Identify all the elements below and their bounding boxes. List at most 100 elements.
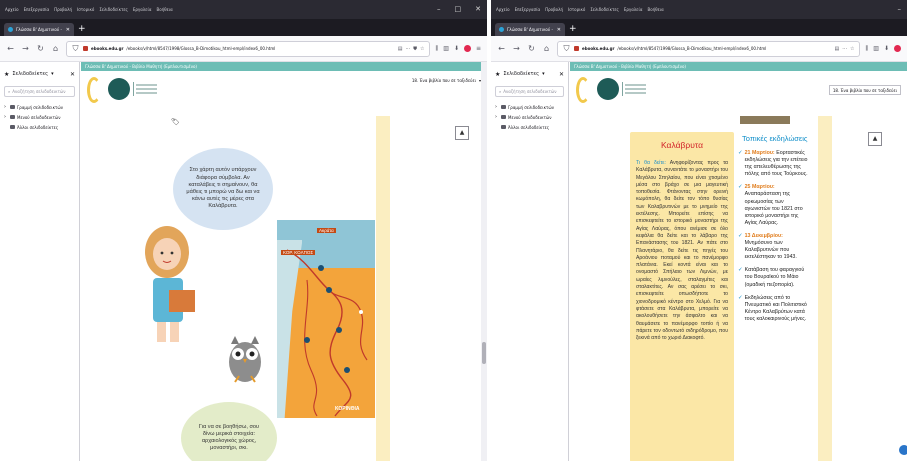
page-actions-icon[interactable]: ··· (405, 46, 410, 52)
menu-bookmarks[interactable]: Σελιδοδείκτες (590, 7, 619, 12)
event-item: ✓ Εκδηλώσεις από το Πνευματικό και Πολιτ… (738, 295, 810, 323)
bookmarks-sidebar: ★ Σελιδοδείκτες ▾ ✕ ⌕ Αναζήτηση σελιδοδε… (491, 62, 569, 461)
new-tab-button[interactable]: + (569, 23, 577, 36)
page-scrollbar[interactable] (481, 62, 487, 461)
library-icon[interactable]: ⫼ (866, 45, 869, 53)
bookmark-folder-menu[interactable]: › Μενού σελιδοδεικτών (4, 112, 75, 122)
sidebar-close-icon[interactable]: ✕ (70, 71, 75, 78)
menu-tools[interactable]: Εργαλεία (624, 7, 643, 12)
menu-tools[interactable]: Εργαλεία (133, 7, 152, 12)
sidebar-header[interactable]: ★ Σελιδοδείκτες ▾ ✕ (491, 62, 568, 86)
folder-icon (501, 125, 506, 129)
menu-help[interactable]: Βοήθεια (156, 7, 172, 12)
shield-icon[interactable]: ⛉ (71, 44, 80, 54)
addon-icon[interactable] (894, 45, 901, 52)
tab-active[interactable]: Γλώσσα Β' Δημοτικού - 18. Έ ✕ (4, 23, 74, 36)
site-info-icon[interactable] (574, 46, 579, 51)
menu-history[interactable]: Ιστορικό (568, 7, 585, 12)
bookmark-folder-menu[interactable]: › Μενού σελιδοδεικτών (495, 112, 564, 122)
home-icon[interactable]: ⌂ (542, 44, 551, 53)
menu-view[interactable]: Προβολή (545, 7, 563, 12)
site-info-icon[interactable] (83, 46, 88, 51)
minimize-button[interactable]: – (898, 5, 902, 13)
tab-close-icon[interactable]: ✕ (557, 27, 561, 33)
publisher-logo-text (133, 82, 157, 96)
bookmark-search-input[interactable]: ⌕ Αναζήτηση σελιδοδεικτών (495, 86, 564, 97)
close-window-button[interactable]: ✕ (475, 5, 481, 13)
tab-strip: Γλώσσα Β' Δημοτικού - 18. Έ ✕ + (491, 19, 907, 36)
map-label-town: Ακράτα (317, 228, 336, 233)
bookmark-search-input[interactable]: ⌕ Αναζήτηση σελιδοδεικτών (4, 86, 75, 97)
bookmark-folder-label: Άλλοι σελιδοδείκτες (508, 124, 550, 130)
chapter-select[interactable]: 18. Ένα βιβλίο που σε ταξιδεύει ▾ (411, 75, 481, 85)
pocket-icon[interactable]: ⛊ (413, 46, 417, 52)
extension-icon[interactable]: ⬇ (454, 45, 459, 52)
photo-strip-image (740, 116, 790, 124)
navigation-bar: ← → ↻ ⌂ ⛉ ebooks.edu.gr/ebooks/v/html/85… (0, 36, 487, 62)
url-domain: ebooks.edu.gr (582, 46, 615, 51)
moon-logo-icon (576, 77, 590, 103)
scroll-up-button[interactable]: ▲ (455, 126, 469, 140)
reader-view-icon[interactable]: ▤ (835, 46, 840, 52)
bookmark-folder-label: Γραμμή σελιδοδεικτών (17, 104, 63, 110)
title-bar: Αρχείο Επεξεργασία Προβολή Ιστορικό Σελι… (491, 0, 907, 19)
reload-icon[interactable]: ↻ (36, 44, 45, 53)
expand-arrow-icon[interactable]: › (495, 114, 499, 120)
menu-file[interactable]: Αρχείο (5, 7, 19, 12)
expand-arrow-icon[interactable]: › (495, 104, 499, 110)
menu-edit[interactable]: Επεξεργασία (515, 7, 541, 12)
library-icon[interactable]: ⫼ (436, 45, 439, 53)
forward-icon[interactable]: → (21, 44, 30, 53)
home-icon[interactable]: ⌂ (51, 44, 60, 53)
scrollbar-thumb[interactable] (482, 342, 486, 364)
bookmark-star-icon[interactable]: ☆ (850, 46, 854, 52)
folder-icon (501, 105, 506, 109)
bookmark-folder-other[interactable]: Άλλοι σελιδοδείκτες (4, 122, 75, 132)
menu-edit[interactable]: Επεξεργασία (24, 7, 50, 12)
addon-icon[interactable] (463, 45, 471, 52)
back-icon[interactable]: ← (6, 44, 15, 53)
menu-view[interactable]: Προβολή (54, 7, 72, 12)
ebook-title-bar: Γλώσσα Β' Δημοτικού - Βιβλίο Μαθητή (Εμπ… (570, 62, 907, 71)
bookmark-star-icon[interactable]: ☆ (420, 46, 424, 52)
bookmark-folder-toolbar[interactable]: › Γραμμή σελιδοδεικτών (495, 102, 564, 112)
folder-icon (10, 105, 15, 109)
bookmark-folder-toolbar[interactable]: › Γραμμή σελιδοδεικτών (4, 102, 75, 112)
extension-icon[interactable]: ⬇ (884, 45, 889, 52)
minimize-button[interactable]: – (437, 5, 441, 13)
new-tab-button[interactable]: + (78, 23, 86, 36)
scroll-up-button[interactable]: ▲ (868, 132, 882, 146)
map-image: Ακράτα ΚΟΡ. ΚΟΛΠΟΣ ΚΟΡΙΝΘΙΑ (277, 220, 375, 418)
menu-history[interactable]: Ιστορικό (77, 7, 94, 12)
reload-icon[interactable]: ↻ (527, 44, 536, 53)
expand-arrow-icon[interactable]: › (4, 104, 8, 110)
sidebar-header[interactable]: ★ Σελιδοδείκτες ▾ ✕ (0, 62, 79, 86)
tab-close-icon[interactable]: ✕ (66, 27, 70, 33)
sidebar-icon[interactable]: ▥ (873, 45, 879, 52)
accessibility-badge-icon[interactable] (897, 443, 907, 457)
sidebar-icon[interactable]: ▥ (443, 45, 449, 52)
tab-title: Γλώσσα Β' Δημοτικού - 18. Έ (16, 27, 63, 32)
back-icon[interactable]: ← (497, 44, 506, 53)
tab-active[interactable]: Γλώσσα Β' Δημοτικού - 18. Έ ✕ (495, 23, 565, 36)
sidebar-close-icon[interactable]: ✕ (559, 71, 564, 78)
menu-file[interactable]: Αρχείο (496, 7, 510, 12)
publisher-logo-icon (108, 78, 130, 100)
folder-icon (501, 115, 506, 119)
menu-bookmarks[interactable]: Σελιδοδείκτες (99, 7, 128, 12)
url-bar[interactable]: ⛉ ebooks.edu.gr/ebooks/v/html/8547/1998/… (557, 40, 860, 57)
url-bar[interactable]: ⛉ ebooks.edu.gr/ebooks/v/html/8547/1998/… (66, 40, 430, 57)
forward-icon[interactable]: → (512, 44, 521, 53)
page-actions-icon[interactable]: ··· (842, 46, 847, 52)
maximize-button[interactable]: □ (455, 5, 462, 13)
expand-arrow-icon[interactable]: › (4, 114, 8, 120)
ebook-header: 18. Ένα βιβλίο που σε ταξιδεύει (570, 71, 907, 116)
menu-help[interactable]: Βοήθεια (647, 7, 663, 12)
bookmark-folder-other[interactable]: Άλλοι σελιδοδείκτες (495, 122, 564, 132)
panel-title: Καλάβρυτα (660, 140, 704, 150)
hamburger-menu-icon[interactable]: ≡ (476, 45, 481, 52)
chapter-select[interactable]: 18. Ένα βιβλίο που σε ταξιδεύει (828, 85, 901, 95)
shield-icon[interactable]: ⛉ (562, 44, 571, 54)
reader-view-icon[interactable]: ▤ (398, 46, 403, 52)
folder-icon (10, 125, 15, 129)
